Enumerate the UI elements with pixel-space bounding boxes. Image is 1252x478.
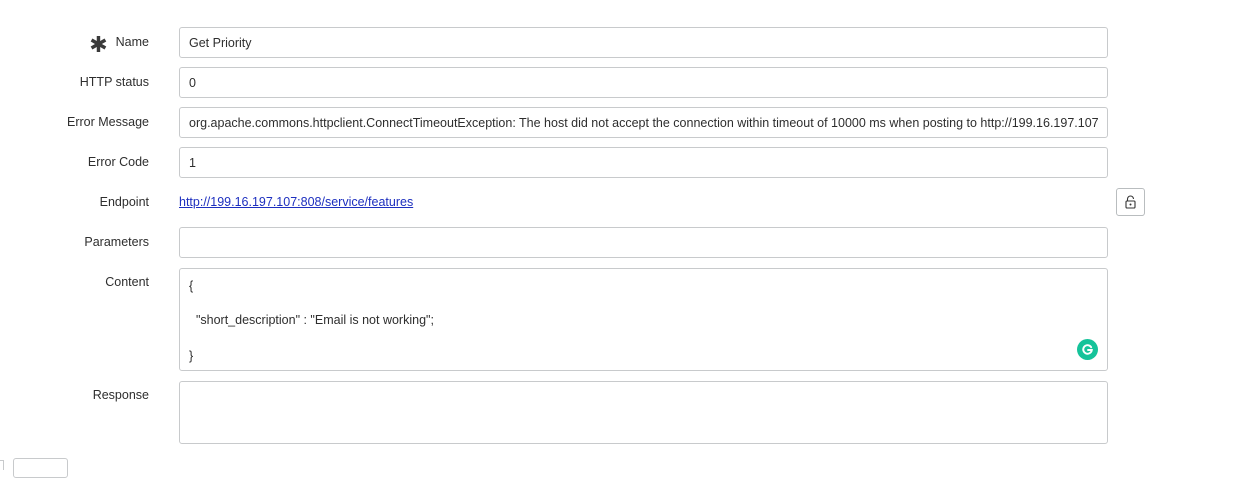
content-line: { [189, 279, 194, 293]
response-label: Response [92, 388, 149, 402]
error-message-input[interactable] [179, 107, 1108, 138]
mandatory-asterisk-icon: ✱ [89, 32, 108, 57]
grammarly-g-icon [1082, 344, 1093, 355]
content-label: Content [105, 275, 149, 289]
name-label: ✱ Name [89, 32, 149, 57]
endpoint-label: Endpoint [99, 195, 149, 209]
error-code-label: Error Code [87, 155, 149, 169]
bottom-button[interactable] [13, 458, 68, 478]
grammarly-icon[interactable] [1077, 339, 1098, 360]
name-input[interactable] [179, 27, 1108, 58]
content-textarea[interactable]: { "short_description" : "Email is not wo… [179, 268, 1108, 371]
error-message-label: Error Message [67, 115, 149, 129]
unlock-icon [1125, 195, 1136, 209]
unlock-button[interactable] [1116, 188, 1145, 216]
http-status-input[interactable] [179, 67, 1108, 98]
content-line: } [189, 349, 194, 363]
content-line: "short_description" : "Email is not work… [189, 313, 434, 327]
http-status-label: HTTP status [79, 75, 149, 89]
parameters-label: Parameters [84, 235, 149, 249]
error-code-input[interactable] [179, 147, 1108, 178]
parameters-input[interactable] [179, 227, 1108, 258]
endpoint-link[interactable]: http://199.16.197.107:808/service/featur… [179, 195, 413, 209]
cut-off-control[interactable] [0, 460, 4, 470]
response-textarea[interactable] [179, 381, 1108, 444]
